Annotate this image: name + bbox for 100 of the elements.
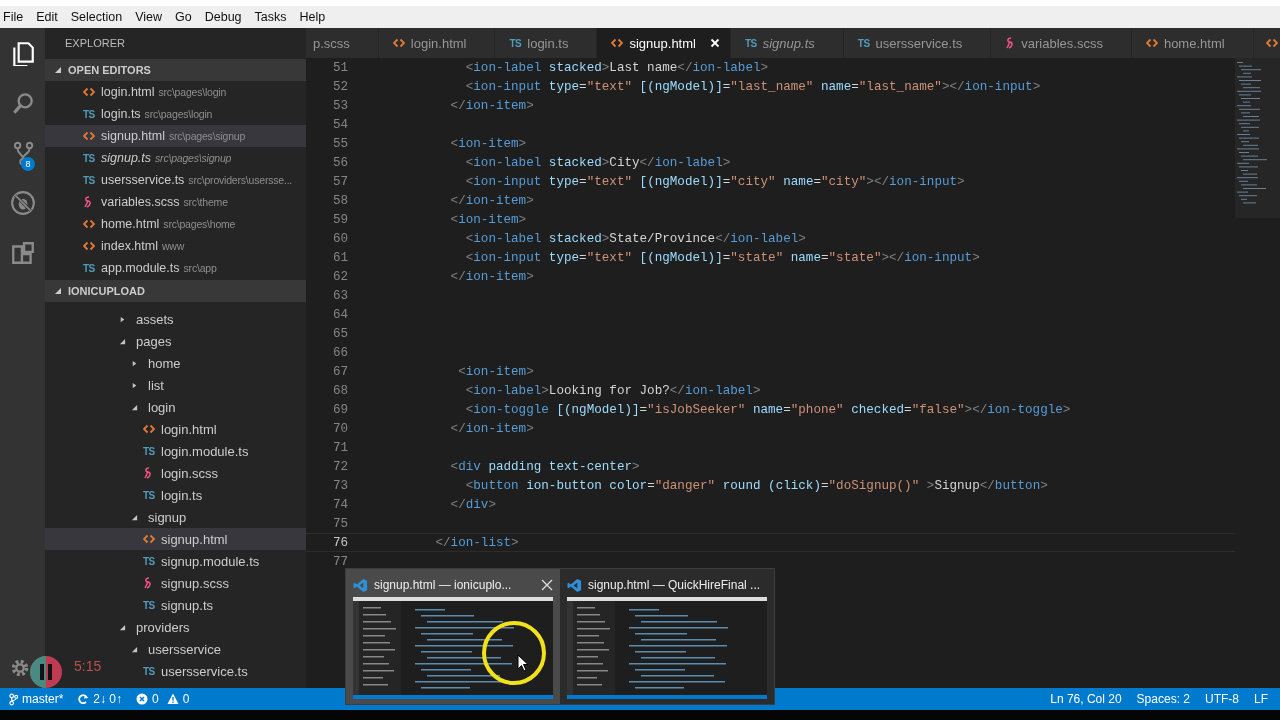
code-line: </ion-item>: [449, 193, 534, 208]
code-line: </ion-item>: [449, 98, 534, 113]
editor-tab[interactable]: home.html: [1131, 28, 1254, 58]
menu-item[interactable]: Go: [172, 10, 198, 24]
window-preview[interactable]: signup.html — QuickHireFinal ...: [560, 569, 774, 704]
open-editor-item[interactable]: index.html www: [45, 235, 306, 257]
menu-item[interactable]: File: [0, 10, 30, 24]
code-file-icon: [143, 534, 155, 544]
menu-item[interactable]: Edit: [33, 10, 64, 24]
code-line: <ion-label>Looking for Job?</ion-label>: [464, 383, 761, 398]
tree-item[interactable]: TS login.module.ts: [143, 440, 249, 462]
section-header[interactable]: OPEN EDITORS: [45, 59, 306, 81]
open-editor-item[interactable]: login.html src\pages\login: [45, 81, 306, 103]
tree-item[interactable]: TS login.ts: [143, 484, 203, 506]
menu-item[interactable]: Debug: [201, 10, 248, 24]
line-number: 75: [331, 516, 348, 531]
panel-title: EXPLORER: [65, 37, 125, 49]
typescript-file-icon: TS: [143, 445, 155, 457]
line-number: 65: [331, 326, 348, 341]
window-preview[interactable]: signup.html — ionicuplo...: [346, 569, 560, 704]
count-badge: 8: [21, 157, 35, 171]
folder-item[interactable]: home: [131, 352, 181, 374]
code-line: <ion-item>: [449, 212, 527, 227]
line-number: 55: [331, 136, 348, 151]
problems-status[interactable]: 0 0: [136, 692, 194, 706]
cursor-position[interactable]: Ln 76, Col 20: [1050, 692, 1122, 706]
window-title: signup.html — ionicuplo...: [374, 578, 512, 592]
tree-item[interactable]: TS usersservice.ts: [143, 660, 248, 682]
code-file-icon: [83, 87, 95, 97]
menu-item[interactable]: Help: [296, 10, 332, 24]
code-line: <ion-item>: [449, 136, 527, 151]
typescript-file-icon: TS: [143, 489, 155, 501]
open-editor-item[interactable]: TS signup.ts src\pages\signup: [45, 147, 306, 169]
close-button[interactable]: [541, 579, 553, 591]
tree-item[interactable]: signup.html: [45, 528, 306, 550]
indentation-status[interactable]: Spaces: 2: [1136, 692, 1190, 706]
line-number: 73: [331, 478, 348, 493]
line-number: 52: [331, 79, 348, 94]
open-editor-item[interactable]: home.html src\pages\home: [45, 213, 306, 235]
error-icon: [136, 693, 149, 705]
typescript-file-icon: TS: [509, 37, 522, 49]
folder-item[interactable]: pages: [119, 330, 172, 352]
line-number: 51: [331, 60, 348, 75]
folder-item[interactable]: signup: [131, 506, 187, 528]
tree-item[interactable]: login.scss: [143, 462, 219, 484]
line-number: 71: [331, 440, 348, 455]
folder-item[interactable]: login: [131, 396, 176, 418]
code-file-icon: [143, 424, 155, 434]
ribbon-icon: [143, 577, 153, 589]
encoding-status[interactable]: UTF-8: [1205, 692, 1239, 706]
code-editor-icon: [353, 577, 368, 593]
line-number: 64: [331, 307, 348, 322]
tree-item[interactable]: TS signup.ts: [143, 594, 214, 616]
line-number: 56: [331, 155, 348, 170]
open-editor-item[interactable]: TS app.module.ts src\app: [45, 257, 306, 279]
folder-item[interactable]: assets: [119, 308, 174, 330]
branch-status[interactable]: master*: [9, 692, 64, 706]
open-editor-item[interactable]: TS usersservice.ts src\providers\usersse...: [45, 169, 306, 191]
open-editor-item[interactable]: signup.html src\pages\signup: [45, 125, 306, 147]
menu-item[interactable]: View: [132, 10, 168, 24]
editor-tab[interactable]: login.html: [378, 28, 496, 58]
code-line: </ion-item>: [449, 269, 534, 284]
folder-item[interactable]: providers: [119, 616, 190, 638]
typescript-file-icon: TS: [83, 108, 95, 120]
menu-item[interactable]: Tasks: [251, 10, 293, 24]
editor-tab[interactable]: TS usersservice.ts: [843, 28, 992, 58]
editor-tab[interactable]: [1253, 28, 1280, 58]
editor-tab[interactable]: TS signup.ts: [730, 28, 844, 58]
line-number: 67: [331, 364, 348, 379]
editor-tab[interactable]: variables.scss: [991, 28, 1132, 58]
warning-icon: [166, 693, 179, 705]
mouse-pointer-icon: [517, 654, 529, 672]
activity-bar-button[interactable]: 8: [0, 128, 45, 178]
line-number: 76: [331, 535, 348, 550]
typescript-file-icon: TS: [143, 555, 155, 567]
gear-icon: [9, 657, 31, 679]
line-number: 62: [331, 269, 348, 284]
typescript-file-icon: TS: [143, 599, 155, 611]
code-line: <ion-input type="text" [(ngModel)]="last_name" name="last_name"></ion-input>: [464, 79, 1041, 94]
editor-tab[interactable]: TS login.ts: [495, 28, 598, 58]
caret-icon: [131, 513, 138, 521]
tree-item[interactable]: login.html: [143, 418, 217, 440]
editor-tab[interactable]: p.scss: [306, 28, 379, 58]
typescript-file-icon: TS: [83, 152, 95, 164]
tree-item[interactable]: TS signup.module.ts: [143, 550, 260, 572]
folder-item[interactable]: usersservice: [131, 638, 221, 660]
open-editor-item[interactable]: variables.scss src\theme: [45, 191, 306, 213]
open-editor-item[interactable]: TS login.ts src\pages\login: [45, 103, 306, 125]
line-ending-status[interactable]: LF: [1254, 692, 1268, 706]
caret-icon: [131, 359, 138, 367]
sync-status[interactable]: 2↓ 0↑: [77, 692, 123, 706]
menu-item[interactable]: Selection: [67, 10, 129, 24]
folder-item[interactable]: list: [131, 374, 164, 396]
editor-tab[interactable]: signup.html: [597, 28, 731, 58]
code-file-icon: [611, 38, 624, 48]
tree-item[interactable]: signup.scss: [143, 572, 229, 594]
caret-icon: [119, 337, 126, 345]
section-header[interactable]: IONICUPLOAD: [45, 280, 306, 302]
line-number: 63: [331, 288, 348, 303]
caret-icon: [119, 315, 126, 323]
